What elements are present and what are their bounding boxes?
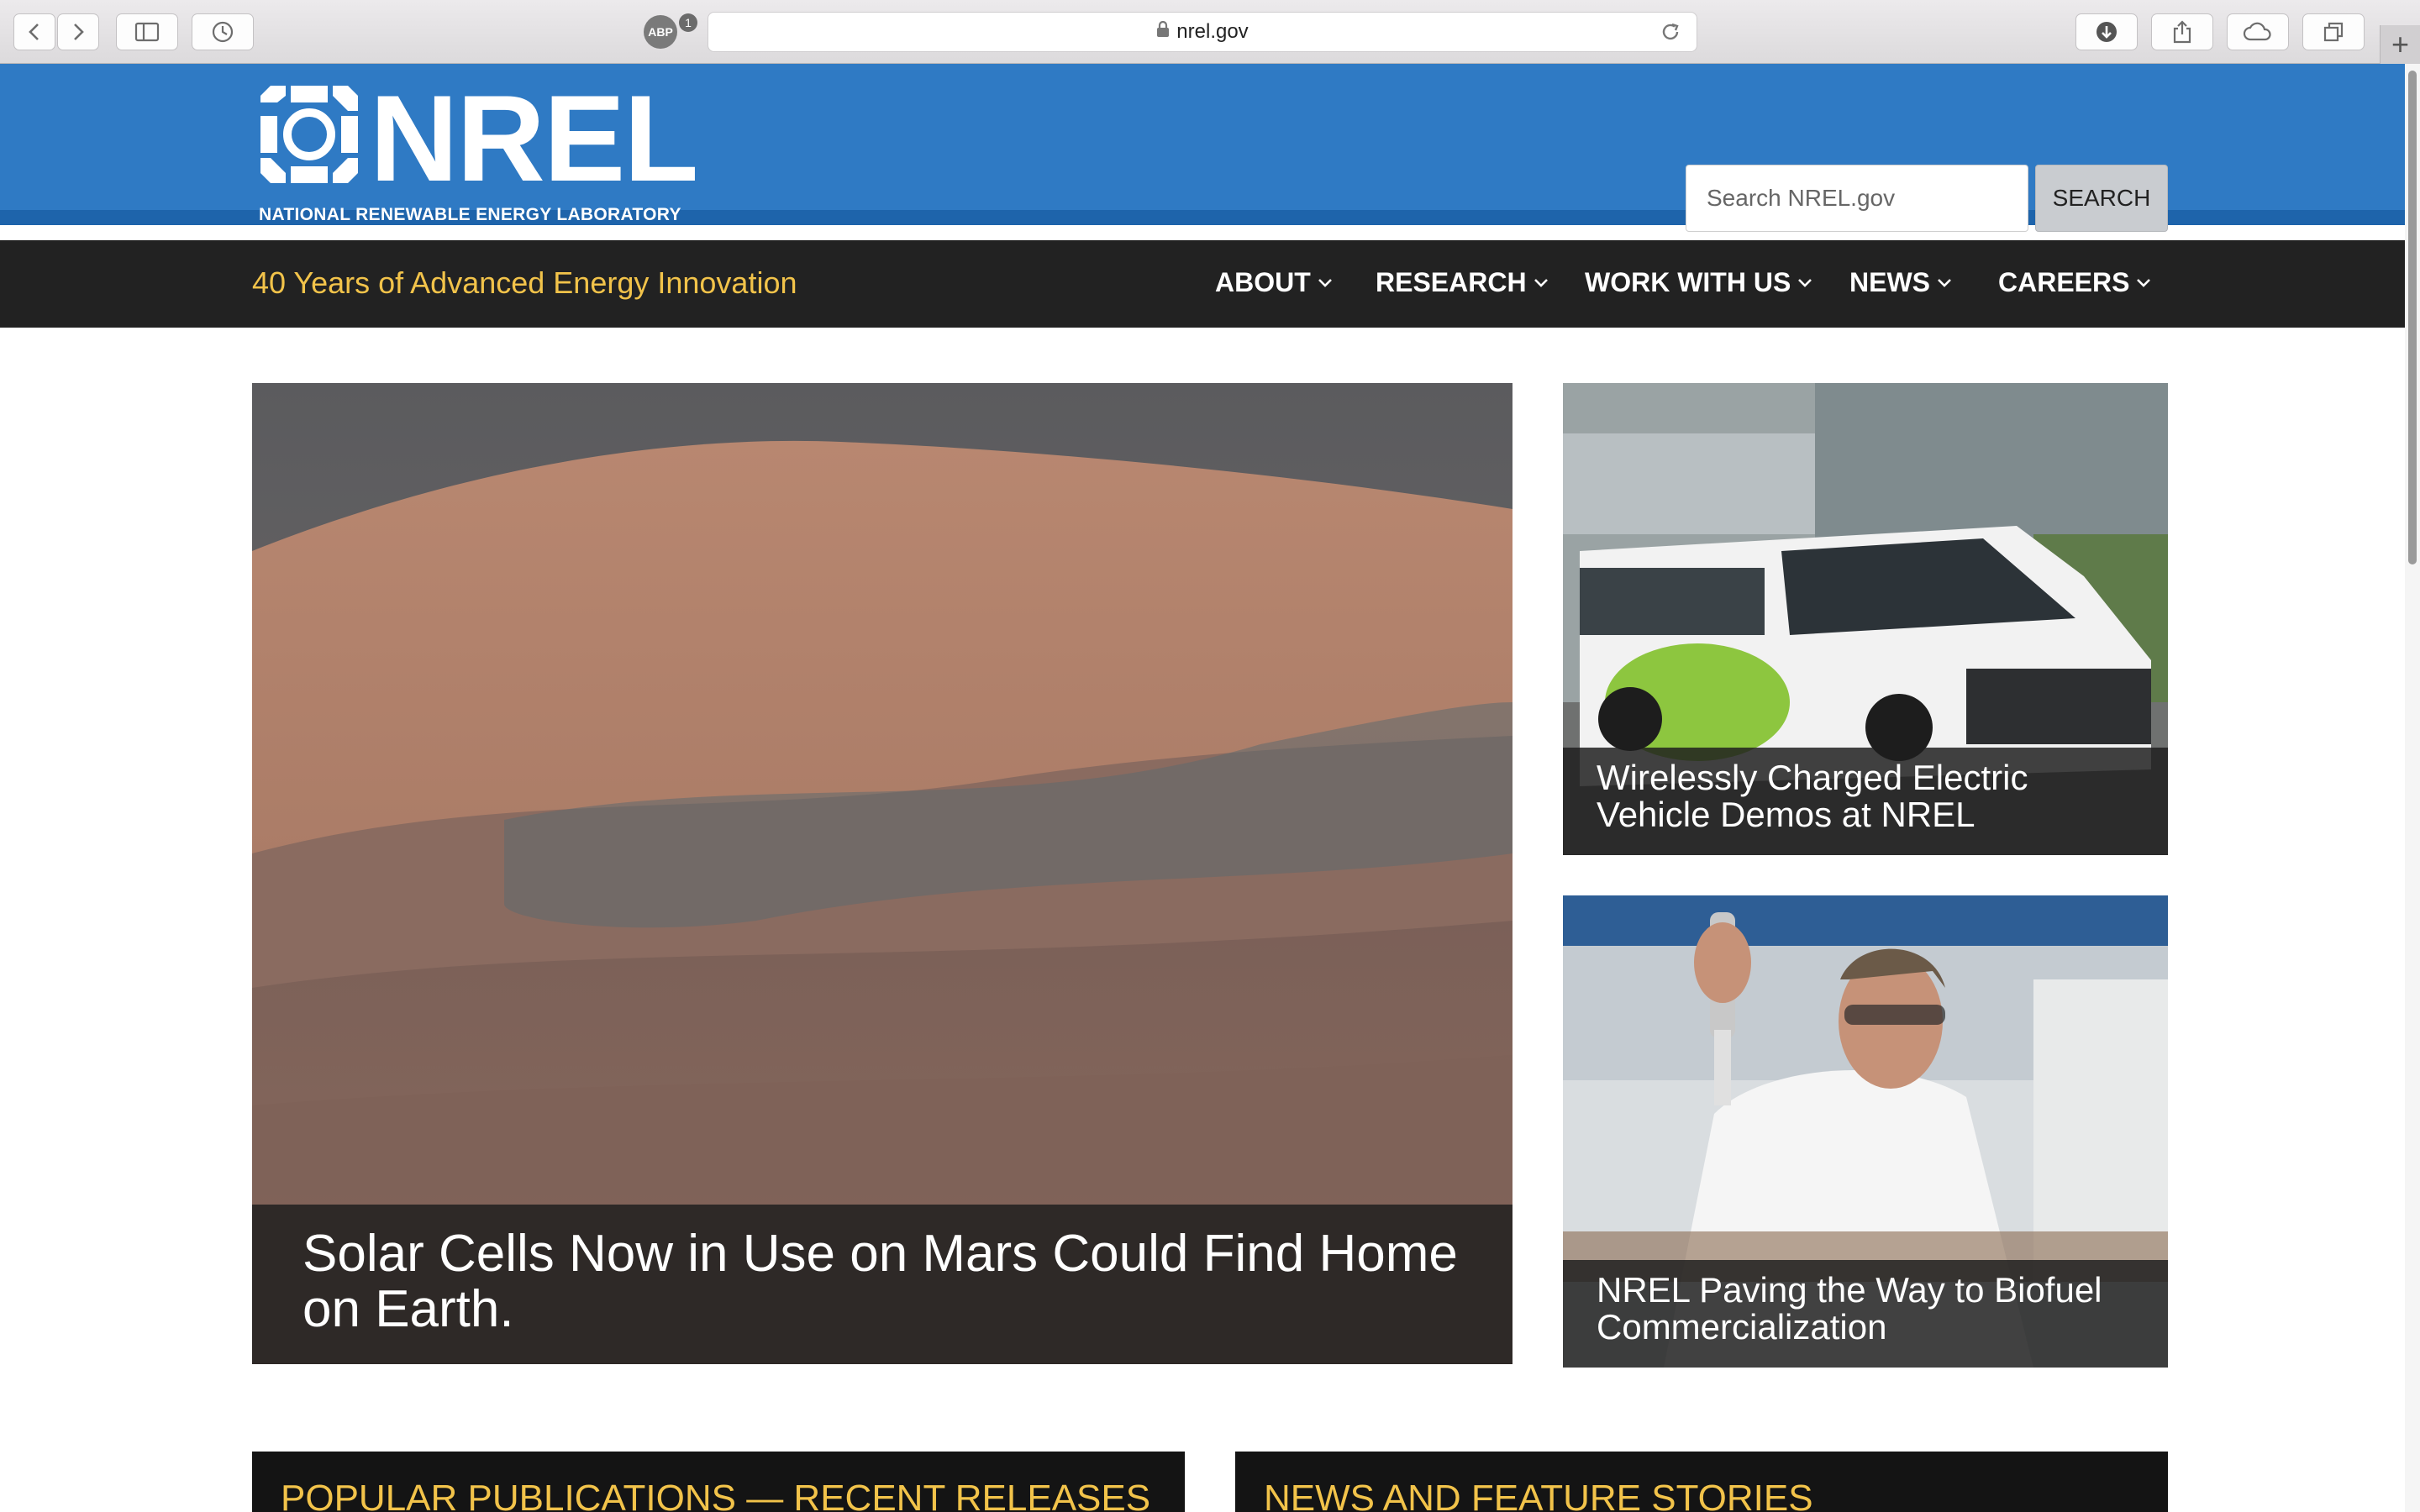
chevron-right-icon <box>74 24 84 40</box>
history-button[interactable] <box>192 13 254 50</box>
nav-item-careers[interactable]: CAREERS <box>1998 267 2151 298</box>
search-input[interactable]: Search NREL.gov <box>1686 165 2028 232</box>
nav-item-label: CAREERS <box>1998 267 2130 297</box>
card-caption[interactable]: Wirelessly Charged Electric Vehicle Demo… <box>1563 748 2168 855</box>
chevron-down-icon <box>1938 278 1951 287</box>
download-icon <box>2096 22 2117 42</box>
nav-item-label: RESEARCH <box>1376 267 1527 297</box>
nav-item-work-with-us[interactable]: WORK WITH US <box>1585 267 1812 298</box>
logo-wordmark: NREL <box>370 70 698 207</box>
sidebar-icon <box>134 22 160 42</box>
nav-item-news[interactable]: NEWS <box>1849 267 1952 298</box>
share-icon <box>2173 20 2191 44</box>
chevron-down-icon <box>1534 278 1548 287</box>
nav-item-label: ABOUT <box>1215 267 1311 297</box>
adblock-count-badge: 1 <box>679 13 697 32</box>
site-header: NREL NATIONAL RENEWABLE ENERGY LABORATOR… <box>0 64 2405 232</box>
chevron-down-icon <box>1798 278 1812 287</box>
sidebar-toggle-button[interactable] <box>116 13 178 50</box>
share-button[interactable] <box>2151 13 2213 50</box>
chevron-down-icon <box>2137 278 2151 287</box>
tab-overview-button[interactable] <box>2302 13 2365 50</box>
feature-card-biofuel[interactable]: NREL Paving the Way to Biofuel Commercia… <box>1563 895 2168 1368</box>
back-button[interactable] <box>13 13 55 50</box>
plus-icon: + <box>2391 27 2410 61</box>
chevron-down-icon <box>1318 278 1332 287</box>
nav-item-research[interactable]: RESEARCH <box>1376 267 1549 298</box>
new-tab-button[interactable]: + <box>2380 25 2420 64</box>
site-tagline: 40 Years of Advanced Energy Innovation <box>252 265 797 300</box>
reload-icon[interactable] <box>1660 21 1681 49</box>
cloud-icon <box>2243 22 2271 41</box>
section-title[interactable]: NEWS AND FEATURE STORIES <box>1264 1478 1813 1512</box>
browser-toolbar: ABP 1 nrel.gov + <box>0 0 2420 64</box>
nav-item-about[interactable]: ABOUT <box>1215 267 1333 298</box>
hero-feature[interactable]: Solar Cells Now in Use on Mars Could Fin… <box>252 383 1512 1364</box>
nav-item-label: NEWS <box>1849 267 1930 297</box>
adblock-icon[interactable]: ABP <box>644 15 677 49</box>
popular-publications-section: POPULAR PUBLICATIONS — RECENT RELEASES <box>252 1452 1185 1512</box>
search-button[interactable]: SEARCH <box>2035 165 2168 232</box>
clock-icon <box>212 21 234 43</box>
card-caption[interactable]: NREL Paving the Way to Biofuel Commercia… <box>1563 1260 2168 1368</box>
nrel-emblem-icon <box>260 86 358 183</box>
scrollbar-thumb[interactable] <box>2408 71 2417 564</box>
hero-caption[interactable]: Solar Cells Now in Use on Mars Could Fin… <box>252 1205 1512 1364</box>
address-bar[interactable]: nrel.gov <box>708 12 1697 52</box>
chevron-left-icon <box>29 24 39 40</box>
icloud-tabs-button[interactable] <box>2227 13 2289 50</box>
news-feature-stories-section: NEWS AND FEATURE STORIES <box>1235 1452 2168 1512</box>
lock-icon <box>1156 20 1170 44</box>
section-title[interactable]: POPULAR PUBLICATIONS — RECENT RELEASES <box>281 1478 1150 1512</box>
main-navigation: 40 Years of Advanced Energy Innovation A… <box>0 240 2405 328</box>
forward-button[interactable] <box>57 13 99 50</box>
nav-item-label: WORK WITH US <box>1585 267 1791 297</box>
url-text: nrel.gov <box>1176 20 1249 43</box>
logo-subtitle: NATIONAL RENEWABLE ENERGY LABORATORY <box>259 205 681 224</box>
feature-card-ev[interactable]: Wirelessly Charged Electric Vehicle Demo… <box>1563 383 2168 855</box>
tabs-icon <box>2323 22 2344 42</box>
page-scrollbar[interactable] <box>2405 64 2420 1512</box>
downloads-button[interactable] <box>2075 13 2138 50</box>
